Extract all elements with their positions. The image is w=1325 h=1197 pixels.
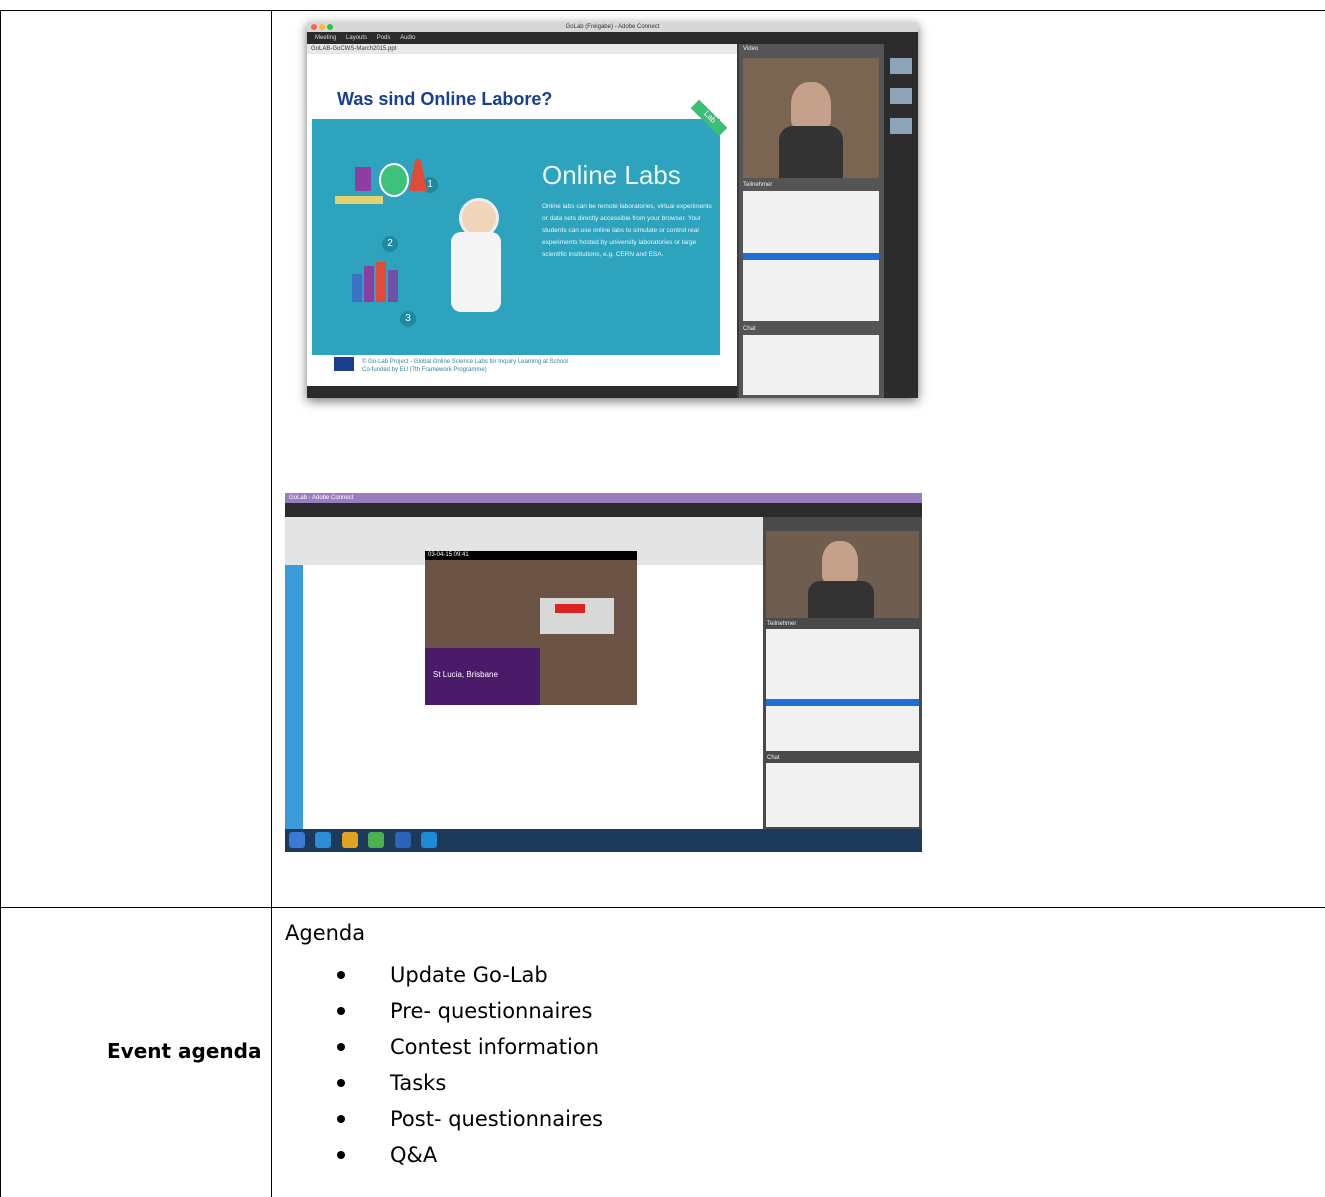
- layout-thumbnail: [890, 88, 912, 104]
- agenda-list: Update Go-Lab Pre- questionnaires Contes…: [337, 958, 603, 1174]
- instrument-display: [555, 604, 585, 613]
- menu-layouts: Layouts: [346, 35, 368, 41]
- table-column-divider: [271, 10, 272, 1197]
- meeting-menubar: Meeting Layouts Pods Audio: [307, 32, 918, 44]
- person-head: [791, 82, 831, 130]
- windows-taskbar: [285, 829, 922, 852]
- page-sidebar-strip: [285, 565, 303, 829]
- app-icon: [368, 832, 385, 848]
- video-pod-label: Video: [743, 46, 759, 52]
- chat-pod-label: Chat: [767, 755, 780, 761]
- adobe-connect-screenshot-remote-lab: GoLab - Adobe Connect 03-04-15 09:41 St …: [285, 493, 922, 852]
- menu-meeting: Meeting: [315, 35, 337, 41]
- close-icon: [311, 24, 317, 30]
- university-sign-title: St Lucia, Brisbane: [433, 670, 498, 679]
- layout-thumbnail: [890, 58, 912, 74]
- start-icon: [289, 832, 305, 848]
- participants-pod-label: Teilnehmer: [767, 621, 797, 627]
- professor-illustration: [445, 192, 507, 312]
- right-pods: Teilnehmer Chat: [763, 517, 922, 829]
- slide-band-title: Online Labs: [542, 160, 681, 190]
- browser-icon: [315, 832, 332, 848]
- window-title: GoLab (Freigabe) - Adobe Connect: [565, 24, 660, 30]
- share-pod-header: GoLAB-GoCWS-March2015.ppt: [307, 44, 737, 54]
- maximize-icon: [327, 24, 333, 30]
- slide-heading: Was sind Online Labore?: [337, 89, 553, 109]
- agenda-item: Tasks: [337, 1066, 603, 1102]
- table-row-divider: [0, 907, 1325, 908]
- books-illustration: [352, 262, 407, 302]
- meeting-menubar: [285, 503, 922, 517]
- agenda-item: Contest information: [337, 1030, 603, 1066]
- chat-area: [766, 763, 919, 827]
- window-titlebar: GoLab (Freigabe) - Adobe Connect: [307, 22, 918, 32]
- slide-body-text: Online labs can be remote laboratories, …: [542, 203, 712, 258]
- lab-flasks-illustration: [355, 155, 433, 197]
- skype-icon: [421, 832, 438, 848]
- table-left-border: [0, 10, 1, 1197]
- agenda-item: Update Go-Lab: [337, 958, 603, 994]
- chat-area: [743, 335, 879, 395]
- share-pod-bottombar: [307, 386, 737, 398]
- agenda-item: Post- questionnaires: [337, 1102, 603, 1138]
- camera-timestamp: 03-04-15 09:41: [425, 551, 637, 560]
- participants-pod-label: Teilnehmer: [743, 182, 773, 188]
- agenda-item: Q&A: [337, 1138, 603, 1174]
- participants-list: [766, 629, 919, 751]
- selected-participant-row: [743, 253, 879, 260]
- layouts-dock: [884, 44, 918, 398]
- agenda-title: Agenda: [285, 921, 366, 945]
- word-icon: [394, 832, 411, 848]
- right-pods: Video Teilnehmer Chat: [739, 44, 884, 398]
- minimize-icon: [319, 24, 325, 30]
- selected-participant-row: [766, 699, 919, 706]
- slide-number-badge: 3: [400, 311, 416, 327]
- menu-pods: Pods: [376, 35, 391, 41]
- row-label: Event agenda: [107, 1039, 262, 1063]
- person-shirt: [779, 126, 843, 178]
- person-head: [822, 541, 858, 585]
- slide-number-badge: 2: [382, 236, 398, 252]
- slide-footer-line: Co-funded by EU (7th Framework Programme…: [362, 367, 487, 373]
- agenda-item: Pre- questionnaires: [337, 994, 603, 1030]
- chat-pod-label: Chat: [743, 326, 756, 332]
- participants-list: [743, 191, 879, 321]
- eu-flag-logo: [334, 357, 354, 371]
- video-feed: [766, 531, 919, 618]
- adobe-connect-screenshot-slides: GoLab (Freigabe) - Adobe Connect Meeting…: [307, 22, 918, 398]
- window-titlebar: GoLab - Adobe Connect: [285, 493, 922, 503]
- person-shirt: [808, 581, 874, 618]
- pencil-illustration: [335, 196, 383, 204]
- table-top-border: [0, 10, 1325, 11]
- layout-thumbnail: [890, 118, 912, 134]
- menu-audio: Audio: [400, 35, 416, 41]
- video-feed: [743, 58, 879, 178]
- folder-icon: [341, 832, 358, 848]
- slide-footer-line: © Go-Lab Project - Global Online Science…: [362, 359, 568, 365]
- slide-footer: © Go-Lab Project - Global Online Science…: [362, 358, 568, 374]
